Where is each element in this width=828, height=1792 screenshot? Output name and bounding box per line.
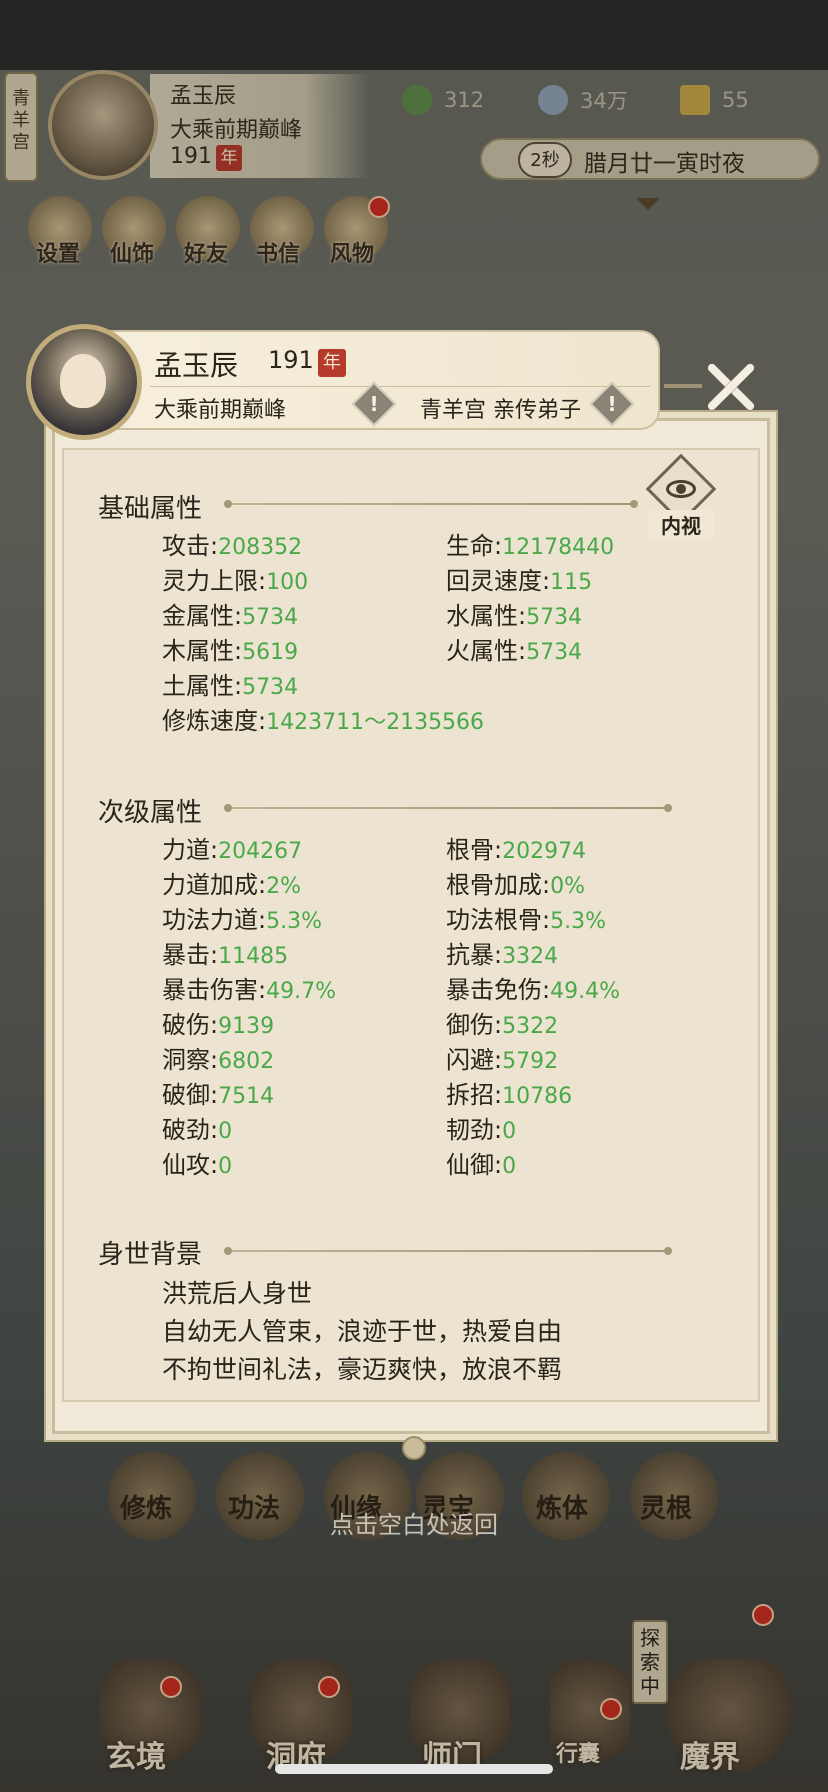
character-realm: 大乘前期巅峰: [154, 398, 287, 423]
attr-crit-damage: 暴击伤害:49.7%: [162, 976, 336, 1004]
panel-knob-icon: [402, 1436, 426, 1460]
attr-attack: 攻击:208352: [162, 532, 303, 560]
attr-strength: 力道:204267: [162, 836, 303, 864]
eye-pupil: [676, 484, 686, 494]
attr-crit-resist: 抗暴:3324: [446, 941, 559, 969]
section-title-secondary: 次级属性: [98, 798, 203, 828]
inner-view-button[interactable]: 内视: [645, 453, 717, 540]
home-indicator[interactable]: [275, 1764, 553, 1774]
attr-damage-guard: 御伤:5322: [446, 1011, 559, 1039]
attr-crit: 暴击:11485: [162, 941, 289, 969]
attr-counter: 拆招:10786: [446, 1081, 573, 1109]
attr-metal: 金属性:5734: [162, 602, 299, 630]
background-line: 自幼无人管束，浪迹于世，热爱自由: [162, 1317, 563, 1346]
section-title-basic: 基础属性: [98, 494, 203, 524]
attr-strength-bonus: 力道加成:2%: [162, 871, 301, 899]
attr-toughness: 韧劲:0: [446, 1116, 517, 1144]
attr-cultivation-speed: 修炼速度:1423711～2135566: [162, 707, 485, 735]
age-unit-tag: 年: [317, 349, 346, 377]
attr-insight: 洞察:6802: [162, 1046, 275, 1074]
attr-constitution: 根骨:202974: [446, 836, 587, 864]
header-divider: [150, 386, 650, 387]
character-age: 191 年: [268, 346, 346, 377]
attr-crit-damage-reduction: 暴击免伤:49.4%: [446, 976, 620, 1004]
attr-immortal-attack: 仙攻:0: [162, 1151, 233, 1179]
attr-constitution-bonus: 根骨加成:0%: [446, 871, 585, 899]
background-line: 不拘世间礼法，豪迈爽快，放浪不羁: [162, 1355, 563, 1384]
section-divider: [224, 1247, 672, 1255]
avatar-face: [60, 354, 106, 408]
attr-water: 水属性:5734: [446, 602, 583, 630]
character-name: 孟玉辰: [154, 349, 239, 382]
attr-mana-cap: 灵力上限:100: [162, 567, 309, 595]
attr-dodge: 闪避:5792: [446, 1046, 559, 1074]
attr-fire: 火属性:5734: [446, 637, 583, 665]
section-divider: [224, 804, 672, 812]
attr-earth: 土属性:5734: [162, 672, 299, 700]
attr-pierce: 破伤:9139: [162, 1011, 275, 1039]
character-sect-role: 青羊宫 亲传弟子: [420, 398, 581, 423]
attr-technique-constitution: 功法根骨:5.3%: [446, 906, 606, 934]
attr-break-defense: 破御:7514: [162, 1081, 275, 1109]
close-button[interactable]: [696, 352, 766, 422]
inner-view-label: 内视: [648, 510, 714, 539]
attr-wood: 木属性:5619: [162, 637, 299, 665]
attr-technique-strength: 功法力道:5.3%: [162, 906, 322, 934]
attr-hp: 生命:12178440: [446, 532, 615, 560]
attr-break-force: 破劲:0: [162, 1116, 233, 1144]
attr-mana-regen: 回灵速度:115: [446, 567, 593, 595]
section-title-background: 身世背景: [98, 1240, 203, 1270]
attributes-scroll[interactable]: 内视 基础属性 攻击:208352 生命:12178440 灵力上限:100 回…: [64, 450, 758, 1400]
attr-immortal-defense: 仙御:0: [446, 1151, 517, 1179]
section-divider: [224, 500, 638, 508]
background-line: 洪荒后人身世: [162, 1279, 313, 1308]
